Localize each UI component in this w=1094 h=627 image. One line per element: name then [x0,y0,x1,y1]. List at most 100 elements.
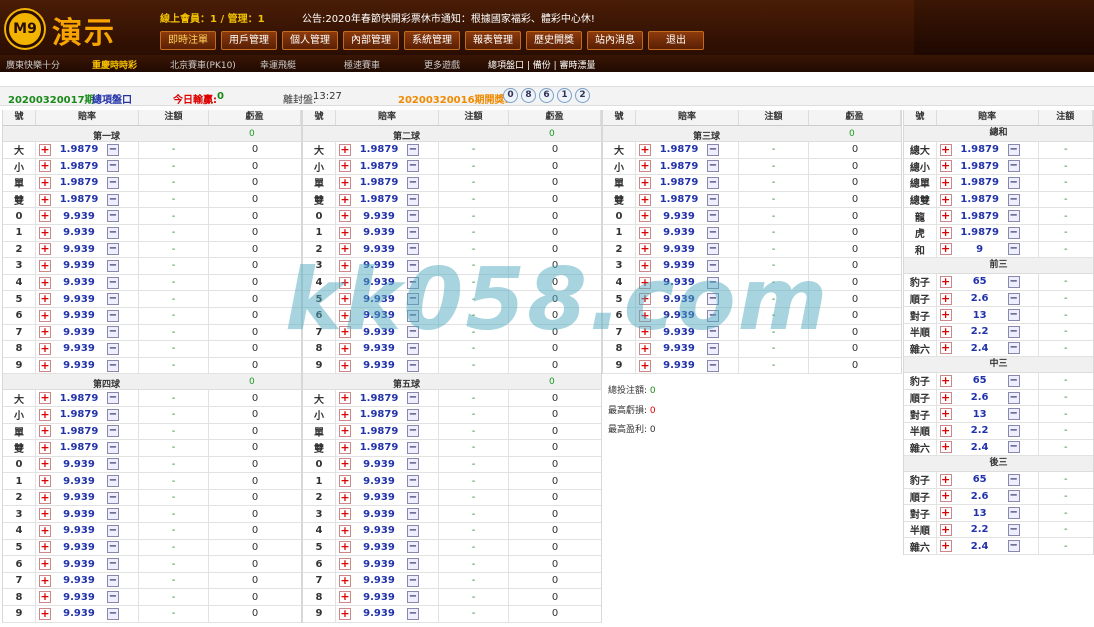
plus-icon[interactable]: + [639,276,651,289]
menu-system[interactable]: 系統管理 [404,31,460,50]
odds-value[interactable]: 1.9879 [952,227,1008,238]
menu-reports[interactable]: 報表管理 [465,31,521,50]
menu-history[interactable]: 歷史開獎 [526,31,582,50]
odds-value[interactable]: 9.939 [351,509,407,520]
minus-icon[interactable]: − [407,591,419,604]
plus-icon[interactable]: + [339,176,351,189]
odds-value[interactable]: 1.9879 [351,442,407,453]
minus-icon[interactable]: − [107,441,119,454]
game-jssc[interactable]: 極速賽車 [344,58,380,71]
plus-icon[interactable]: + [939,309,952,322]
minus-icon[interactable]: − [707,309,719,322]
plus-icon[interactable]: + [939,523,952,536]
plus-icon[interactable]: + [39,491,51,504]
plus-icon[interactable]: + [939,143,952,156]
odds-value[interactable]: 9.939 [51,211,107,222]
odds-value[interactable]: 2.6 [952,293,1008,304]
menu-messages[interactable]: 站內消息 [587,31,643,50]
minus-icon[interactable]: − [107,458,119,471]
plus-icon[interactable]: + [39,143,51,156]
odds-value[interactable]: 9.939 [651,244,707,255]
plus-icon[interactable]: + [39,458,51,471]
plus-icon[interactable]: + [39,276,51,289]
odds-value[interactable]: 9.939 [351,327,407,338]
minus-icon[interactable]: − [107,524,119,537]
minus-icon[interactable]: − [1007,193,1020,206]
minus-icon[interactable]: − [407,408,419,421]
plus-icon[interactable]: + [639,243,651,256]
minus-icon[interactable]: − [1007,160,1020,173]
menu-live-bets[interactable]: 即時注單 [160,31,216,50]
minus-icon[interactable]: − [407,508,419,521]
odds-value[interactable]: 1.9879 [51,409,107,420]
minus-icon[interactable]: − [1007,408,1020,421]
minus-icon[interactable]: − [407,491,419,504]
menu-logout[interactable]: 退出 [648,31,704,50]
minus-icon[interactable]: − [407,392,419,405]
plus-icon[interactable]: + [39,176,51,189]
minus-icon[interactable]: − [707,176,719,189]
odds-value[interactable]: 9.939 [651,260,707,271]
minus-icon[interactable]: − [1007,325,1020,338]
odds-value[interactable]: 1.9879 [51,161,107,172]
odds-value[interactable]: 9.939 [51,360,107,371]
plus-icon[interactable]: + [939,342,952,355]
plus-icon[interactable]: + [939,243,952,256]
plus-icon[interactable]: + [39,607,51,620]
minus-icon[interactable]: − [1007,473,1020,486]
odds-value[interactable]: 9.939 [51,227,107,238]
odds-value[interactable]: 1.9879 [51,177,107,188]
odds-value[interactable]: 65 [952,474,1008,485]
game-more[interactable]: 更多遊戲 [424,58,460,71]
minus-icon[interactable]: − [107,408,119,421]
odds-value[interactable]: 9.939 [651,211,707,222]
odds-value[interactable]: 13 [952,508,1008,519]
minus-icon[interactable]: − [1007,374,1020,387]
plus-icon[interactable]: + [339,276,351,289]
plus-icon[interactable]: + [339,309,351,322]
minus-icon[interactable]: − [107,309,119,322]
minus-icon[interactable]: − [107,193,119,206]
minus-icon[interactable]: − [107,176,119,189]
minus-icon[interactable]: − [107,591,119,604]
plus-icon[interactable]: + [639,160,651,173]
plus-icon[interactable]: + [339,259,351,272]
plus-icon[interactable]: + [39,591,51,604]
minus-icon[interactable]: − [1007,441,1020,454]
minus-icon[interactable]: − [407,541,419,554]
minus-icon[interactable]: − [707,293,719,306]
minus-icon[interactable]: − [107,326,119,339]
plus-icon[interactable]: + [339,143,351,156]
odds-value[interactable]: 1.9879 [51,426,107,437]
odds-value[interactable]: 13 [952,409,1008,420]
odds-value[interactable]: 9.939 [51,592,107,603]
plus-icon[interactable]: + [639,293,651,306]
minus-icon[interactable]: − [1007,490,1020,503]
minus-icon[interactable]: − [407,259,419,272]
odds-value[interactable]: 9.939 [351,592,407,603]
plus-icon[interactable]: + [939,490,952,503]
minus-icon[interactable]: − [407,309,419,322]
plus-icon[interactable]: + [39,508,51,521]
odds-value[interactable]: 1.9879 [351,393,407,404]
odds-value[interactable]: 65 [952,375,1008,386]
odds-value[interactable]: 9.939 [351,294,407,305]
plus-icon[interactable]: + [939,325,952,338]
minus-icon[interactable]: − [1007,275,1020,288]
odds-value[interactable]: 9.939 [51,542,107,553]
minus-icon[interactable]: − [407,176,419,189]
plus-icon[interactable]: + [939,391,952,404]
minus-icon[interactable]: − [107,508,119,521]
plus-icon[interactable]: + [39,574,51,587]
odds-value[interactable]: 1.9879 [51,393,107,404]
sub-links[interactable]: 總項盤口 | 備份 | 審時漂量 [488,58,596,71]
minus-icon[interactable]: − [707,342,719,355]
plus-icon[interactable]: + [39,226,51,239]
plus-icon[interactable]: + [639,176,651,189]
odds-value[interactable]: 9.939 [351,360,407,371]
minus-icon[interactable]: − [407,276,419,289]
minus-icon[interactable]: − [107,210,119,223]
plus-icon[interactable]: + [39,210,51,223]
minus-icon[interactable]: − [1007,424,1020,437]
plus-icon[interactable]: + [639,309,651,322]
